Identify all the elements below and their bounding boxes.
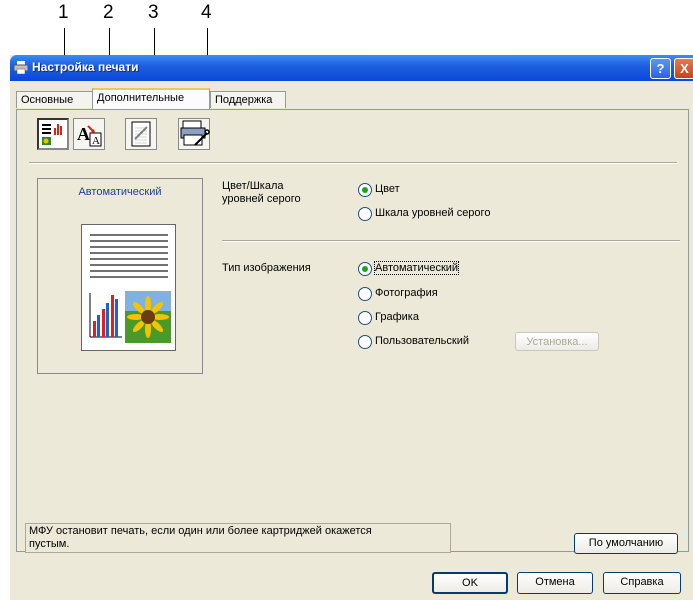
radio-auto-label: Автоматический bbox=[373, 261, 460, 275]
setup-button[interactable]: Установка... bbox=[515, 332, 599, 351]
callout-1: 1 bbox=[58, 2, 69, 23]
radio-color-label: Цвет bbox=[375, 183, 400, 195]
tab-support[interactable]: Поддержка bbox=[210, 91, 286, 108]
radio-grayscale-label: Шкала уровней серого bbox=[375, 207, 491, 219]
toolbar-divider bbox=[29, 162, 677, 164]
color-group-label-line2: уровней серого bbox=[222, 193, 301, 205]
device-options-button[interactable] bbox=[178, 118, 210, 150]
callout-4: 4 bbox=[201, 2, 212, 23]
watermark-button[interactable] bbox=[125, 118, 157, 150]
tab-advanced[interactable]: Дополнительные bbox=[92, 88, 210, 109]
image-type-label: Тип изображения bbox=[222, 262, 311, 274]
advanced-tab-panel: A A Автоматический Цвет/Шкала уровней се… bbox=[16, 109, 689, 554]
radio-graphics-indicator[interactable] bbox=[358, 311, 372, 325]
preview-page-graphic bbox=[89, 234, 171, 343]
help-button[interactable]: Справка bbox=[603, 572, 681, 594]
radio-color-indicator[interactable] bbox=[358, 183, 372, 197]
preview-document-image bbox=[81, 224, 176, 351]
font-scaling-button[interactable]: A A bbox=[73, 118, 105, 150]
printer-icon bbox=[14, 61, 28, 74]
status-text-line1: МФУ остановит печать, если один или боле… bbox=[29, 525, 372, 537]
callout-2: 2 bbox=[103, 2, 114, 23]
help-title-button[interactable]: ? bbox=[650, 58, 671, 79]
radio-grayscale-indicator[interactable] bbox=[358, 207, 372, 221]
ok-button[interactable]: OK bbox=[432, 572, 508, 594]
color-group-label-line1: Цвет/Шкала bbox=[222, 180, 284, 192]
preview-pane: Автоматический bbox=[37, 178, 203, 374]
default-button[interactable]: По умолчанию bbox=[574, 533, 678, 554]
watermark-icon bbox=[131, 121, 151, 147]
status-text-line2: пустым. bbox=[29, 538, 70, 550]
tab-basic[interactable]: Основные bbox=[16, 91, 93, 108]
close-button[interactable]: X bbox=[674, 58, 693, 79]
device-options-icon bbox=[180, 120, 210, 146]
radio-graphics-label: Графика bbox=[375, 311, 419, 323]
color-settings-button[interactable] bbox=[37, 118, 69, 150]
window-title: Настройка печати bbox=[32, 60, 139, 74]
title-bar[interactable]: Настройка печати ? X bbox=[10, 55, 693, 81]
radio-photo-label: Фотография bbox=[375, 287, 438, 299]
print-settings-dialog: Настройка печати ? X Основные Дополнител… bbox=[10, 55, 693, 600]
preview-label: Автоматический bbox=[78, 186, 162, 198]
radio-auto-indicator[interactable] bbox=[358, 262, 372, 276]
font-scaling-icon: A A bbox=[77, 124, 102, 147]
color-settings-icon bbox=[42, 124, 62, 145]
group-divider bbox=[222, 240, 680, 242]
status-message: МФУ остановит печать, если один или боле… bbox=[25, 523, 451, 553]
callout-3: 3 bbox=[148, 2, 159, 23]
radio-photo-indicator[interactable] bbox=[358, 287, 372, 301]
cancel-button[interactable]: Отмена bbox=[517, 572, 593, 594]
radio-custom-indicator[interactable] bbox=[358, 335, 372, 349]
svg-text:A: A bbox=[92, 135, 100, 147]
radio-custom-label: Пользовательский bbox=[375, 335, 469, 347]
